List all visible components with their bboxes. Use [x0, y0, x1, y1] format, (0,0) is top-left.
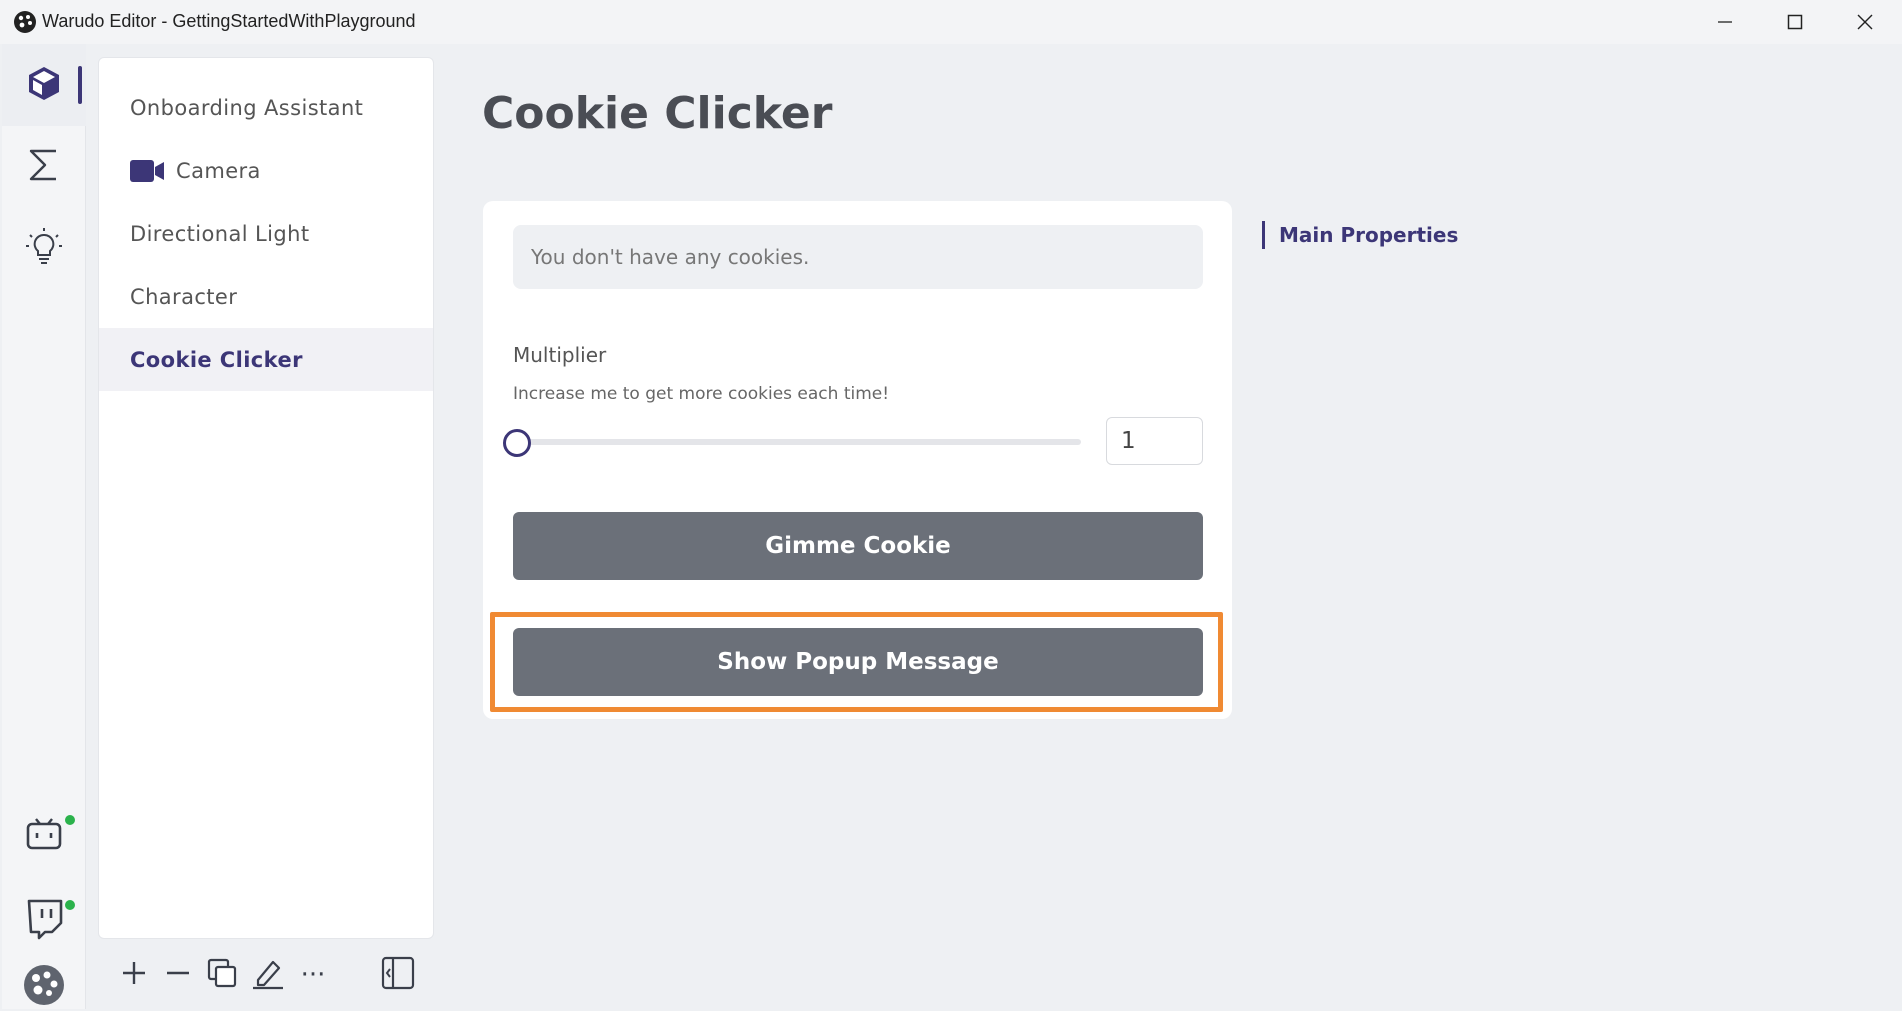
asset-item-label: Character: [130, 284, 238, 309]
warudo-logo-icon: [23, 964, 65, 1010]
lightbulb-icon: [24, 227, 64, 271]
title-bar: Warudo Editor - GettingStartedWithPlaygr…: [0, 0, 1902, 44]
rail-item-blueprints[interactable]: [2, 126, 86, 208]
asset-item-label: Directional Light: [130, 221, 310, 246]
add-icon: [121, 960, 147, 990]
rail-active-indicator: [78, 66, 82, 104]
add-asset-button[interactable]: [114, 950, 154, 1000]
duplicate-icon: [206, 957, 238, 993]
remove-icon: [165, 960, 191, 990]
warudo-app-icon: [13, 10, 37, 34]
asset-item-label: Camera: [176, 158, 261, 183]
twitch-icon: [24, 898, 64, 944]
multiplier-label: Multiplier: [513, 343, 607, 367]
properties-card: You don't have any cookies. Multiplier I…: [483, 201, 1232, 719]
rail-item-tips[interactable]: [2, 208, 86, 290]
rail-item-bilibili[interactable]: [2, 796, 86, 878]
asset-item-character[interactable]: Character: [99, 265, 433, 328]
asset-item-label: Cookie Clicker: [130, 347, 303, 372]
video-camera-icon: [130, 159, 164, 182]
asset-item-cookie-clicker[interactable]: Cookie Clicker: [99, 328, 433, 391]
remove-asset-button[interactable]: [158, 950, 198, 1000]
navigation-rail: [2, 44, 86, 1009]
close-button[interactable]: [1830, 0, 1900, 44]
asset-toolbar: ···: [110, 950, 430, 1000]
asset-item-camera[interactable]: Camera: [99, 139, 433, 202]
collapse-panel-icon: [381, 956, 415, 994]
show-popup-message-button[interactable]: Show Popup Message: [513, 628, 1203, 696]
multiplier-slider-thumb[interactable]: [503, 429, 531, 457]
multiplier-input[interactable]: [1106, 417, 1203, 465]
duplicate-asset-button[interactable]: [202, 950, 242, 1000]
cookie-count-info: You don't have any cookies.: [513, 225, 1203, 289]
side-nav-main-properties[interactable]: Main Properties: [1262, 221, 1458, 249]
more-icon: ···: [300, 960, 326, 990]
window-title: Warudo Editor - GettingStartedWithPlaygr…: [42, 11, 416, 31]
multiplier-description: Increase me to get more cookies each tim…: [513, 384, 890, 404]
rename-icon: [251, 956, 285, 994]
asset-list-panel: Onboarding Assistant Camera Directional …: [98, 57, 434, 939]
gimme-cookie-button[interactable]: Gimme Cookie: [513, 512, 1203, 580]
asset-item-directional-light[interactable]: Directional Light: [99, 202, 433, 265]
asset-item-onboarding-assistant[interactable]: Onboarding Assistant: [99, 76, 433, 139]
maximize-button[interactable]: [1760, 0, 1830, 44]
online-status-dot: [65, 815, 75, 825]
minimize-button[interactable]: [1690, 0, 1760, 44]
rail-item-twitch[interactable]: [2, 880, 86, 962]
sigma-icon: [26, 147, 62, 187]
asset-item-label: Onboarding Assistant: [130, 95, 364, 120]
page-title: Cookie Clicker: [482, 88, 833, 139]
cube-icon: [25, 64, 63, 106]
bilibili-icon: [24, 815, 64, 859]
rail-item-warudo[interactable]: [2, 964, 86, 1009]
multiplier-slider-track[interactable]: [519, 439, 1081, 445]
online-status-dot: [65, 900, 75, 910]
more-options-button[interactable]: ···: [293, 950, 333, 1000]
rail-item-scene[interactable]: [2, 44, 86, 126]
rename-asset-button[interactable]: [248, 950, 288, 1000]
collapse-panel-button[interactable]: [378, 950, 418, 1000]
